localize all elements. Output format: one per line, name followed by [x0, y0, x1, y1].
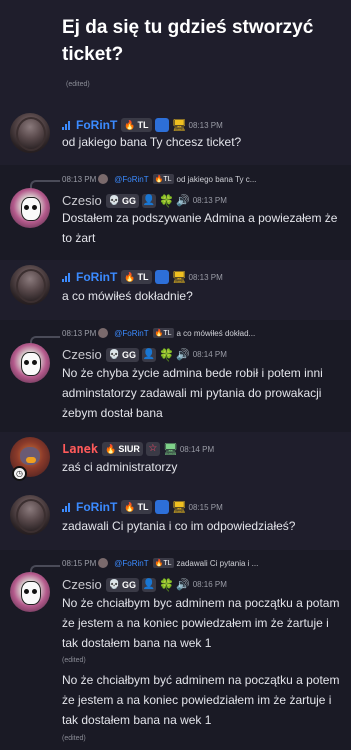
fire-icon: 🔥 [105, 443, 117, 454]
fire-icon: 🔥 [124, 119, 136, 130]
fire-icon: 🔥 [124, 501, 136, 512]
username[interactable]: FoRinT [76, 500, 117, 514]
message-text: od jakiego bana Ty chcesz ticket? [62, 135, 242, 149]
clock-icon: ◷ [12, 466, 27, 481]
message-text: zaś ci administratorzy [62, 460, 178, 474]
edited-label: (edited) [62, 657, 86, 664]
username[interactable]: Czesio [62, 347, 102, 362]
timestamp: 08:16 PM [192, 580, 227, 589]
edited-label: (edited) [62, 735, 86, 742]
clan-tag: 💀 GG [105, 577, 139, 592]
message-header: FoRinT 🔥 TL 🖥 08:15 PM [62, 500, 223, 514]
username[interactable]: Czesio [62, 577, 102, 592]
avatar[interactable] [10, 495, 50, 535]
message-text-edited: No że chciałbym być adminem na początku … [62, 673, 340, 727]
message-header: FoRinT 🔥 TL 🖥 08:13 PM [62, 118, 223, 132]
person-icon: 👤 [141, 347, 156, 362]
avatar[interactable] [10, 572, 50, 612]
message-text: No że chciałbym byc adminem na początku … [62, 596, 340, 650]
message-header: Lanek 🔥 SIUR ☆ 🖥 08:14 PM [62, 442, 214, 456]
username[interactable]: FoRinT [76, 270, 117, 284]
clan-tag: 🔥 TL [121, 500, 152, 514]
message-header: Czesio 💀 GG 👤 🍀 🔊 08:13 PM [62, 193, 227, 208]
signal-icon [62, 120, 72, 130]
monitor-icon: 🖥 [162, 442, 179, 456]
star-icon: ☆ [145, 442, 160, 456]
avatar[interactable] [10, 343, 50, 383]
username[interactable]: Czesio [62, 193, 102, 208]
badge-icon [154, 270, 169, 284]
clan-tag: 🔥 TL [152, 328, 174, 338]
skull-icon: 💀 [108, 579, 120, 589]
reply-preview[interactable]: 08:15 PM @FoRinT 🔥 TL zadawali Ci pytania… [62, 558, 258, 568]
clan-tag: 💀 GG [105, 347, 139, 362]
reply-avatar [98, 328, 109, 338]
clan-tag: 🔥 TL [152, 558, 174, 568]
timestamp: 08:15 PM [188, 502, 223, 512]
timestamp: 08:13 PM [192, 196, 227, 205]
person-icon: 👤 [141, 577, 156, 592]
message-header: FoRinT 🔥 TL 🖥 08:13 PM [62, 270, 223, 284]
clan-tag: 🔥 TL [121, 270, 152, 284]
clan-tag: 💀 GG [105, 193, 139, 208]
signal-icon [62, 272, 72, 282]
speaker-icon: 🔊 [175, 195, 190, 207]
monitor-icon: 🖥 [171, 500, 187, 514]
message-header: Czesio 💀 GG 👤 🍀 🔊 08:14 PM [62, 347, 227, 362]
reply-preview[interactable]: 08:13 PM @FoRinT 🔥 TL od jakiego bana Ty … [62, 174, 256, 184]
person-icon: 👤 [141, 193, 156, 208]
monitor-icon: 🖥 [171, 118, 187, 132]
clan-tag: 🔥 SIUR [102, 442, 143, 456]
message-text: a co mówiłeś dokładnie? [62, 289, 193, 303]
speaker-icon: 🔊 [175, 579, 190, 591]
timestamp: 08:14 PM [179, 444, 215, 454]
username[interactable]: Lanek [62, 442, 98, 456]
avatar[interactable] [10, 265, 50, 305]
message-text: zadawali Ci pytania i co im odpowiedział… [62, 519, 296, 533]
clan-tag: 🔥 TL [121, 118, 152, 132]
message-text: No że chyba życie admina bede robił i po… [62, 366, 323, 420]
monitor-icon: 🖥 [171, 270, 187, 284]
leaf-icon: 🍀 [158, 577, 174, 592]
fire-icon: 🔥 [124, 271, 136, 282]
message-text: Dostałem za podszywanie Admina a powieza… [62, 211, 338, 245]
reply-avatar [98, 174, 109, 184]
skull-icon: 💀 [108, 195, 120, 205]
edited-label: (edited) [66, 81, 90, 88]
speaker-icon: 🔊 [175, 349, 190, 361]
badge-icon [154, 118, 169, 132]
avatar[interactable] [10, 188, 50, 228]
avatar[interactable] [10, 113, 50, 153]
reply-avatar [98, 558, 109, 568]
timestamp: 08:13 PM [188, 120, 223, 130]
timestamp: 08:14 PM [192, 350, 227, 359]
thread-title: Ej da się tu gdzieś stworzyć ticket? [62, 17, 314, 65]
signal-icon [62, 502, 72, 512]
reply-preview[interactable]: 08:13 PM @FoRinT 🔥 TL a co mówiłeś dokład… [62, 328, 255, 338]
badge-icon [154, 500, 169, 514]
message-header: Czesio 💀 GG 👤 🍀 🔊 08:16 PM [62, 577, 227, 592]
username[interactable]: FoRinT [76, 118, 117, 132]
skull-icon: 💀 [108, 349, 120, 359]
clan-tag: 🔥 TL [152, 174, 174, 184]
leaf-icon: 🍀 [158, 193, 174, 208]
leaf-icon: 🍀 [158, 347, 174, 362]
timestamp: 08:13 PM [188, 272, 223, 282]
